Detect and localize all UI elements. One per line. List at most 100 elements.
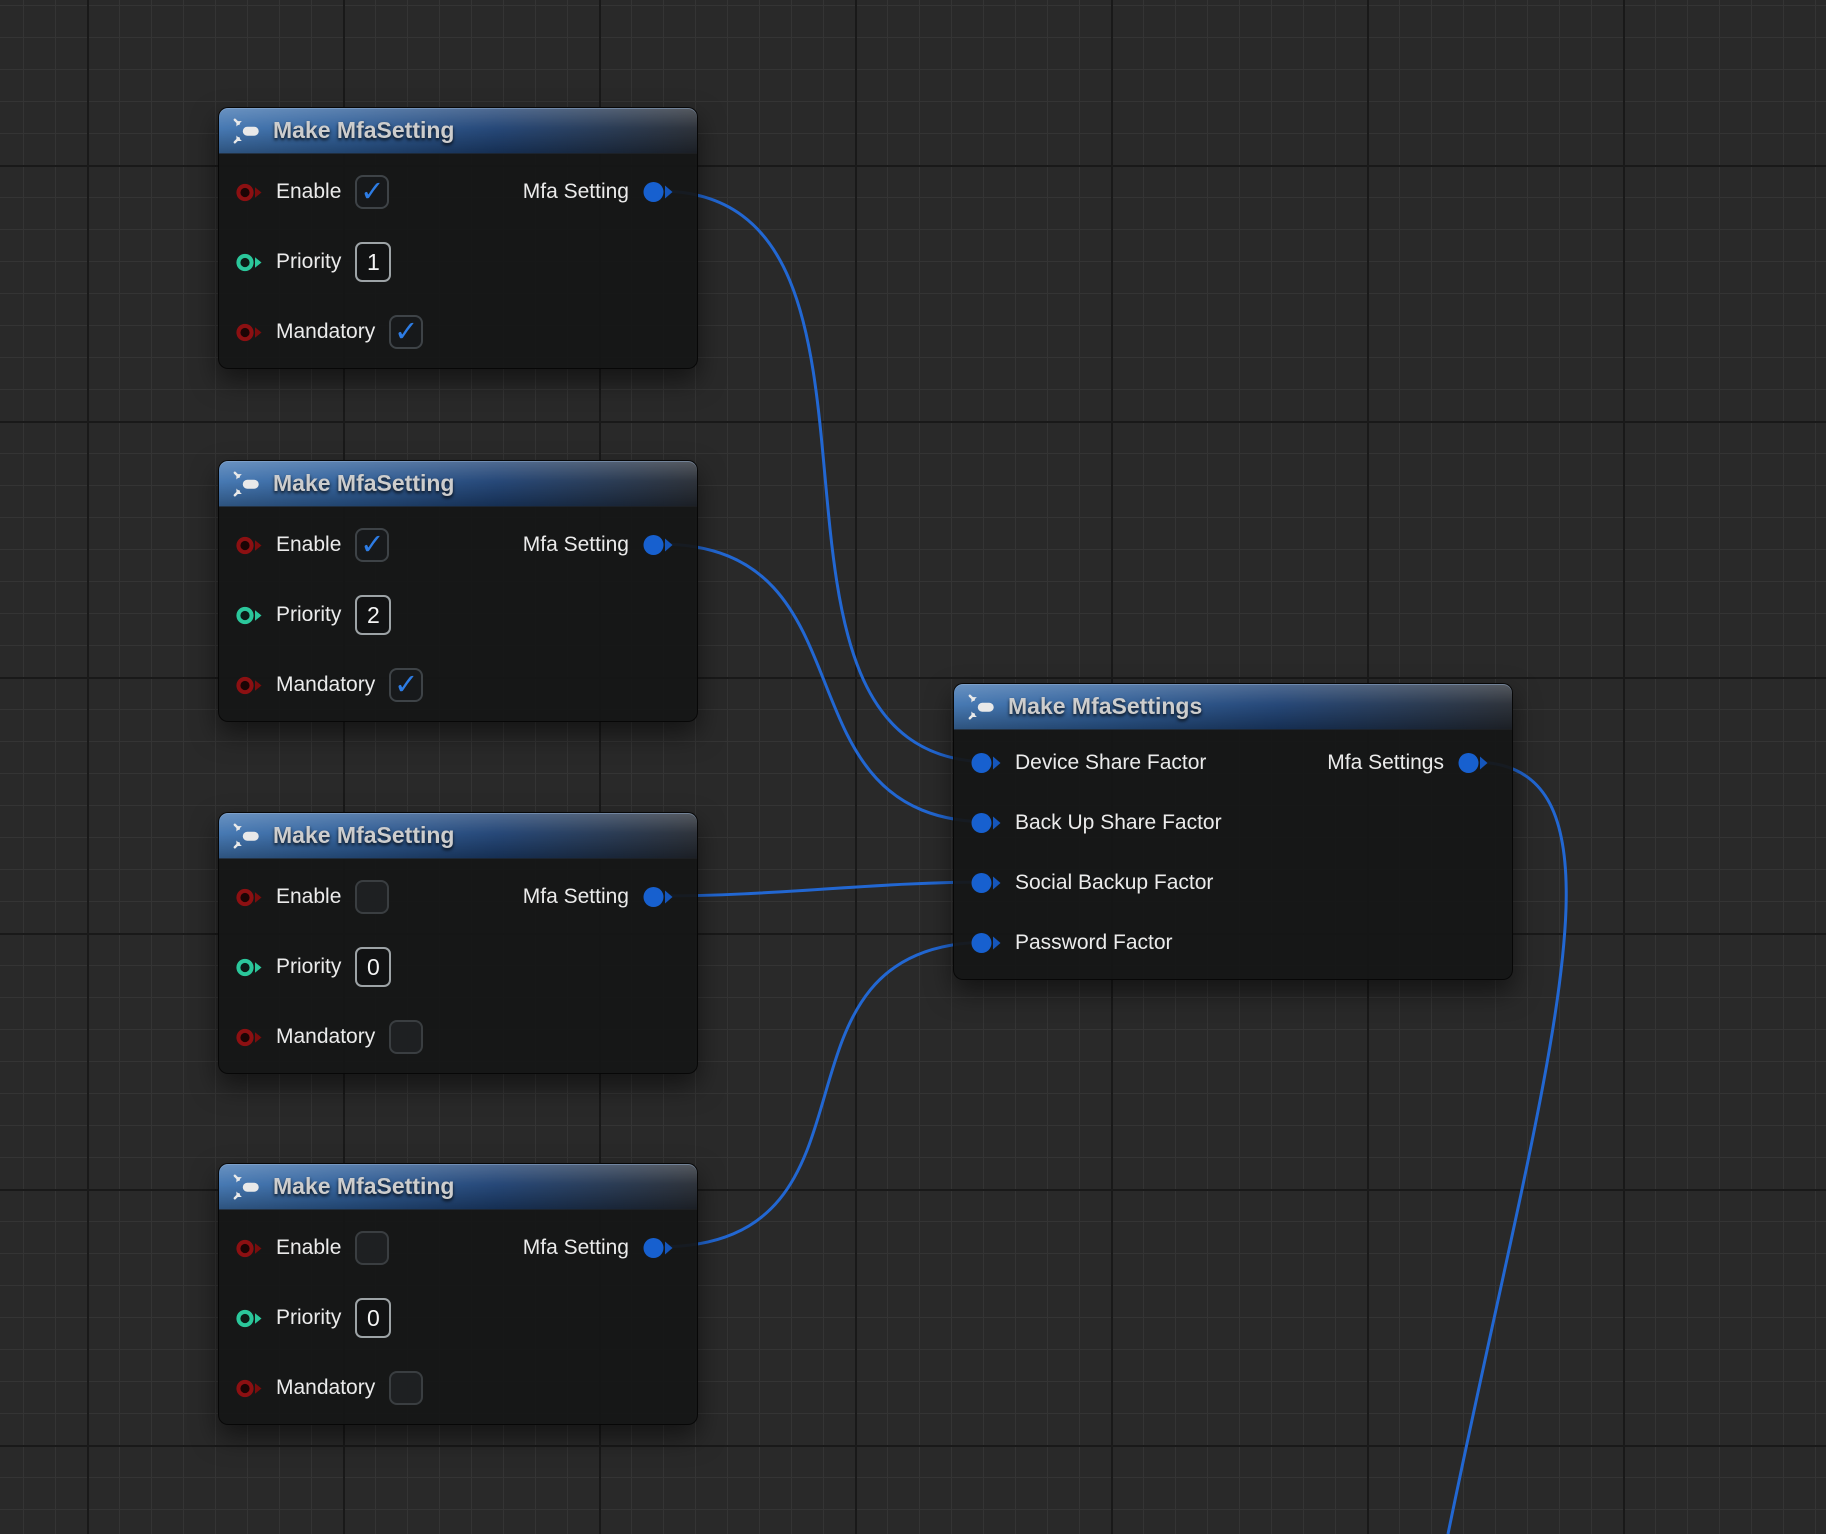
make-struct-icon [232,821,262,851]
pin-label: Social Backup Factor [1015,871,1213,895]
pin-label: Enable [276,533,341,557]
input-pin-row-password-factor: Password Factor [970,931,1173,955]
input-pin-row-mandatory: Mandatory [235,1020,423,1054]
node-title: Make MfaSetting [273,822,454,849]
blueprint-node-mfa-setting-3[interactable]: Make MfaSetting Enable Priority 0 Mandatory M… [218,812,698,1074]
priority-value-field[interactable]: 0 [355,1298,391,1338]
node-header-mfa-setting-4[interactable]: Make MfaSetting [219,1164,697,1210]
struct-pin-icon-social-backup-factor[interactable] [970,871,1001,895]
struct-pin-icon-mfa-setting[interactable] [642,533,673,557]
bool-pin-icon-mandatory[interactable] [235,322,262,343]
wire-3[interactable] [659,942,991,1247]
pin-label: Enable [276,180,341,204]
pin-label: Mfa Setting [523,885,629,909]
node-header-mfa-setting-2[interactable]: Make MfaSetting [219,461,697,507]
bool-pin-icon-enable[interactable] [235,182,262,203]
input-pin-row-priority: Priority 0 [235,1298,391,1338]
struct-pin-icon-mfa-setting[interactable] [642,1236,673,1260]
struct-pin-icon-password-factor[interactable] [970,931,1001,955]
priority-value-field[interactable]: 1 [355,242,391,282]
struct-pin-icon-mfa-settings[interactable] [1457,751,1488,775]
wire-0[interactable] [659,191,991,762]
input-pin-row-mandatory: Mandatory [235,1371,423,1405]
output-pin-row-mfa-settings: Mfa Settings [1327,751,1488,775]
struct-pin-icon-back-up-share-factor[interactable] [970,811,1001,835]
checkmark-icon: ✓ [394,670,418,699]
pin-label: Mfa Setting [523,533,629,557]
input-pin-row-mandatory: Mandatory ✓ [235,668,423,702]
pin-label: Priority [276,1306,341,1330]
input-pin-row-device-share-factor: Device Share Factor [970,751,1206,775]
input-pin-row-back-up-share-factor: Back Up Share Factor [970,811,1222,835]
pin-label: Mandatory [276,1376,375,1400]
wire-2[interactable] [659,882,991,896]
mandatory-checkbox[interactable]: ✓ [389,668,423,702]
pin-label: Mandatory [276,320,375,344]
wire-1[interactable] [659,544,991,822]
blueprint-node-mfa-setting-2[interactable]: Make MfaSetting Enable ✓ Priority 2 Mandatory… [218,460,698,722]
pin-label: Mfa Setting [523,180,629,204]
struct-pin-icon-device-share-factor[interactable] [970,751,1001,775]
enable-checkbox[interactable] [355,880,389,914]
priority-value-field[interactable]: 0 [355,947,391,987]
mandatory-checkbox[interactable]: ✓ [389,315,423,349]
struct-pin-icon-mfa-setting[interactable] [642,885,673,909]
input-pin-row-enable: Enable ✓ [235,528,389,562]
pin-label: Mfa Setting [523,1236,629,1260]
checkmark-icon: ✓ [360,530,384,559]
int-pin-icon-priority[interactable] [235,1308,262,1329]
struct-pin-icon-mfa-setting[interactable] [642,180,673,204]
pin-label: Back Up Share Factor [1015,811,1222,835]
bool-pin-icon-enable[interactable] [235,535,262,556]
enable-checkbox[interactable] [355,1231,389,1265]
enable-checkbox[interactable]: ✓ [355,175,389,209]
bool-pin-icon-mandatory[interactable] [235,675,262,696]
input-pin-row-priority: Priority 1 [235,242,391,282]
bool-pin-icon-enable[interactable] [235,1238,262,1259]
node-header-mfa-setting-1[interactable]: Make MfaSetting [219,108,697,154]
pin-label: Enable [276,885,341,909]
priority-value-field[interactable]: 2 [355,595,391,635]
pin-label: Mandatory [276,1025,375,1049]
int-pin-icon-priority[interactable] [235,605,262,626]
bool-pin-icon-enable[interactable] [235,887,262,908]
pin-label: Priority [276,955,341,979]
output-pin-row-mfa-setting: Mfa Setting [523,1236,673,1260]
checkmark-icon: ✓ [360,177,384,206]
node-header-mfa-settings[interactable]: Make MfaSettings [954,684,1512,730]
output-pin-row-mfa-setting: Mfa Setting [523,180,673,204]
node-title: Make MfaSettings [1008,693,1202,720]
pin-label: Password Factor [1015,931,1173,955]
input-pin-row-enable: Enable [235,880,389,914]
make-struct-icon [232,469,262,499]
node-title: Make MfaSetting [273,1173,454,1200]
input-pin-row-mandatory: Mandatory ✓ [235,315,423,349]
pin-label: Mfa Settings [1327,751,1444,775]
make-struct-icon [232,1172,262,1202]
input-pin-row-enable: Enable ✓ [235,175,389,209]
graph-canvas[interactable]: Make MfaSetting Enable ✓ Priority 1 Mandatory… [0,0,1826,1534]
input-pin-row-social-backup-factor: Social Backup Factor [970,871,1213,895]
mandatory-checkbox[interactable] [389,1371,423,1405]
output-pin-row-mfa-setting: Mfa Setting [523,885,673,909]
enable-checkbox[interactable]: ✓ [355,528,389,562]
int-pin-icon-priority[interactable] [235,252,262,273]
bool-pin-icon-mandatory[interactable] [235,1027,262,1048]
pin-label: Device Share Factor [1015,751,1206,775]
int-pin-icon-priority[interactable] [235,957,262,978]
blueprint-node-mfa-setting-4[interactable]: Make MfaSettingEnablePriority0MandatoryM… [218,1163,698,1425]
pin-label: Priority [276,250,341,274]
node-title: Make MfaSetting [273,117,454,144]
bool-pin-icon-mandatory[interactable] [235,1378,262,1399]
checkmark-icon: ✓ [394,317,418,346]
blueprint-node-mfa-settings[interactable]: Make MfaSettings Device Share Factor Back … [953,683,1513,980]
input-pin-row-priority: Priority 0 [235,947,391,987]
pin-label: Priority [276,603,341,627]
output-pin-row-mfa-setting: Mfa Setting [523,533,673,557]
mandatory-checkbox[interactable] [389,1020,423,1054]
node-header-mfa-setting-3[interactable]: Make MfaSetting [219,813,697,859]
blueprint-node-mfa-setting-1[interactable]: Make MfaSetting Enable ✓ Priority 1 Mandatory… [218,107,698,369]
input-pin-row-priority: Priority 2 [235,595,391,635]
make-struct-icon [232,116,262,146]
pin-label: Mandatory [276,673,375,697]
